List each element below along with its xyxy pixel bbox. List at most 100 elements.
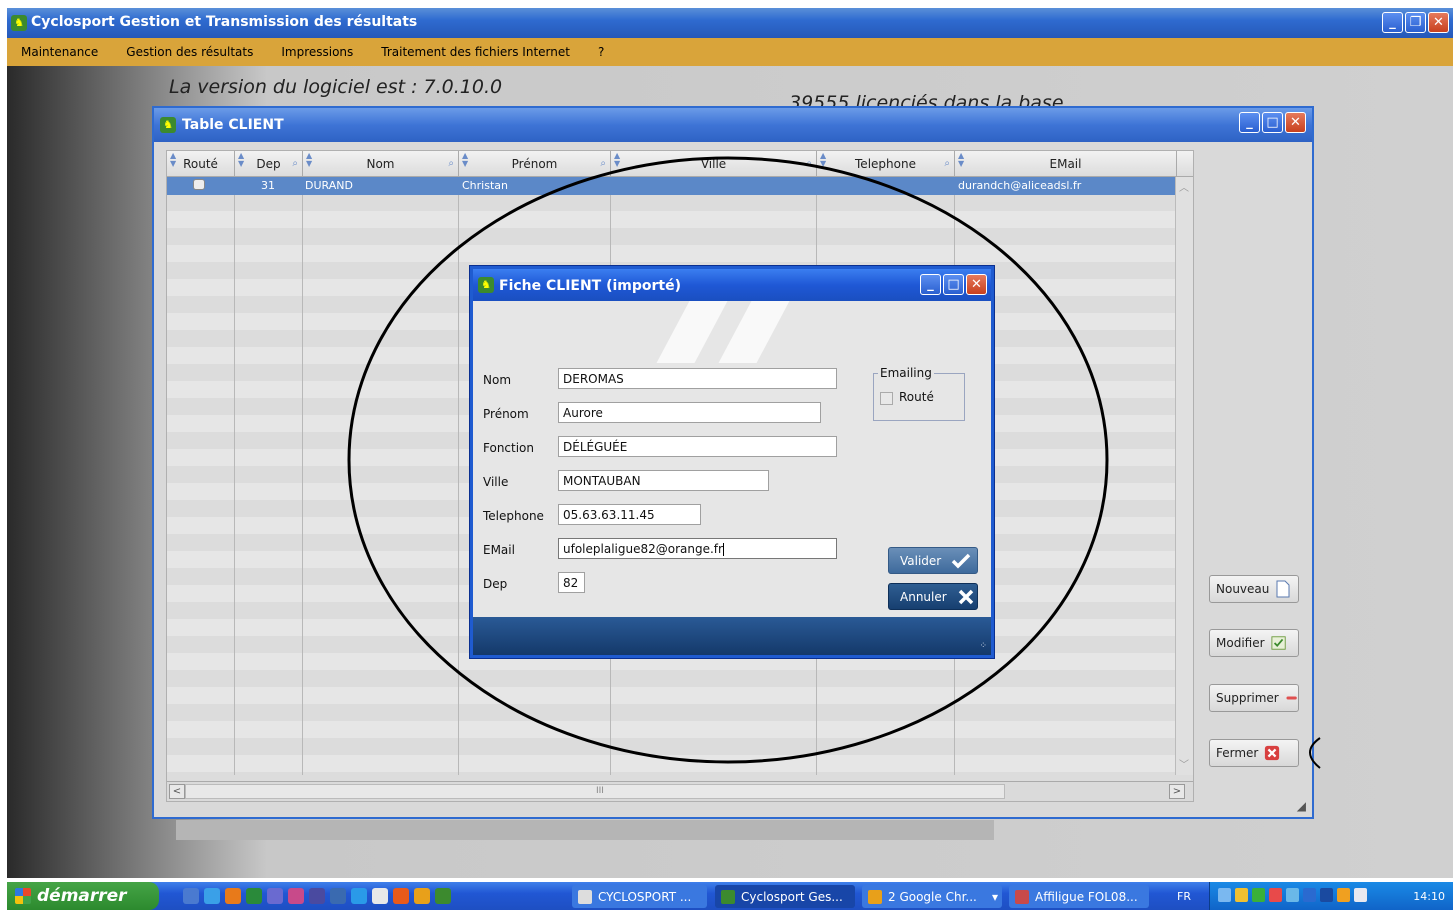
table-row[interactable] [167, 245, 1193, 262]
maximize-button[interactable]: □ [943, 274, 964, 295]
resize-grip-icon[interactable]: ◢ [1297, 799, 1306, 813]
telephone-label: Telephone [483, 509, 544, 523]
filter-icon[interactable]: ⌕ [448, 151, 454, 177]
close-button[interactable]: ✕ [966, 274, 987, 295]
nom-field[interactable]: DEROMAS [558, 368, 837, 389]
app-icon[interactable] [288, 888, 304, 904]
display-icon[interactable] [1303, 888, 1316, 902]
filter-icon[interactable]: ⌕ [806, 151, 812, 177]
menu-gestion-resultats[interactable]: Gestion des résultats [112, 45, 267, 59]
vertical-scrollbar[interactable]: ︿ ﹀ [1175, 177, 1193, 775]
table-row-selected[interactable]: 31 DURAND Christan durandch@aliceadsl.fr [167, 177, 1175, 195]
route-checkbox[interactable] [193, 179, 205, 190]
windows-flag-icon [15, 888, 31, 904]
start-button[interactable]: démarrer [7, 882, 159, 910]
table-window-controls: _ □ ✕ [1239, 112, 1306, 133]
menu-impressions[interactable]: Impressions [267, 45, 367, 59]
scroll-right-icon[interactable]: > [1169, 784, 1185, 799]
maximize-button[interactable]: □ [1262, 112, 1283, 133]
fonction-field[interactable]: DÉLÉGUÉE [558, 436, 837, 457]
close-button[interactable]: ✕ [1285, 112, 1306, 133]
task-affiligue[interactable]: Affiligue FOL08... [1009, 885, 1149, 908]
supprimer-button[interactable]: Supprimer [1209, 684, 1299, 712]
close-button[interactable]: ✕ [1428, 12, 1449, 33]
minimize-button[interactable]: _ [1239, 112, 1260, 133]
app-title: Cyclosport Gestion et Transmission des r… [31, 14, 418, 30]
system-tray: 14:10 [1209, 882, 1453, 910]
scroll-left-icon[interactable]: < [169, 784, 185, 799]
ie-icon[interactable] [183, 888, 199, 904]
chrome-icon[interactable] [414, 888, 430, 904]
filter-icon[interactable]: ⌕ [600, 151, 606, 177]
network-icon[interactable] [1286, 888, 1299, 902]
language-indicator[interactable]: FR [1177, 890, 1191, 903]
bluetooth-icon[interactable] [1320, 888, 1333, 902]
word-icon[interactable] [309, 888, 325, 904]
menu-traitement-fichiers[interactable]: Traitement des fichiers Internet [367, 45, 584, 59]
ville-field[interactable]: MONTAUBAN [558, 470, 769, 491]
telephone-field[interactable]: 05.63.63.11.45 [558, 504, 701, 525]
fermer-button[interactable]: Fermer [1209, 739, 1299, 767]
column-header-ville[interactable]: ▲ ▼ Ville ⌕ [611, 151, 817, 177]
wifi-icon[interactable] [1354, 888, 1367, 902]
dialog-titlebar[interactable]: ♞ Fiche CLIENT (importé) _ □ ✕ [473, 269, 991, 301]
annuler-button[interactable]: Annuler [888, 583, 978, 610]
security-icon[interactable] [1252, 888, 1265, 902]
route-checkbox[interactable] [880, 392, 893, 405]
minimize-button[interactable]: _ [920, 274, 941, 295]
modifier-button[interactable]: Modifier [1209, 629, 1299, 657]
power-icon[interactable] [1337, 888, 1350, 902]
shield-icon[interactable] [1235, 888, 1248, 902]
dep-field[interactable]: 82 [558, 572, 585, 593]
vlc-icon[interactable] [393, 888, 409, 904]
table-window-titlebar[interactable]: ♞ Table CLIENT _ □ ✕ [154, 108, 1312, 142]
menu-help[interactable]: ? [584, 45, 618, 59]
scrollbar-thumb[interactable]: III [185, 784, 1005, 799]
cyclist-app-icon: ♞ [478, 277, 494, 293]
close-x-icon [1265, 745, 1280, 761]
app-titlebar[interactable]: ♞ Cyclosport Gestion et Transmission des… [7, 8, 1453, 38]
browser-icon[interactable] [204, 888, 220, 904]
valider-button[interactable]: Valider [888, 547, 978, 574]
ie-icon[interactable] [351, 888, 367, 904]
task-google-chrome[interactable]: 2 Google Chr... ▾ [862, 885, 1002, 908]
table-row[interactable] [167, 704, 1193, 721]
sort-icon: ▲ ▼ [306, 151, 313, 168]
chrome-icon[interactable] [372, 888, 388, 904]
table-row[interactable] [167, 687, 1193, 704]
table-row[interactable] [167, 755, 1193, 772]
column-header-dep[interactable]: ▲ ▼ Dep ⌕ [235, 151, 303, 177]
column-header-route[interactable]: ▲ ▼ Routé [167, 151, 235, 177]
column-header-prenom[interactable]: ▲ ▼ Prénom ⌕ [459, 151, 611, 177]
table-row[interactable] [167, 228, 1193, 245]
scroll-down-icon[interactable]: ﹀ [1179, 756, 1189, 771]
resize-grip-icon[interactable]: ⁘ [979, 641, 987, 651]
app-icon[interactable] [246, 888, 262, 904]
email-field[interactable]: ufoleplaligue82@orange.fr [558, 538, 837, 559]
table-row[interactable] [167, 194, 1193, 211]
nouveau-button[interactable]: Nouveau [1209, 575, 1299, 603]
firefox-icon[interactable] [225, 888, 241, 904]
task-cyclosport-doc[interactable]: CYCLOSPORT ... [572, 885, 707, 908]
column-header-telephone[interactable]: ▲ ▼ Telephone ⌕ [817, 151, 955, 177]
restore-button[interactable]: ❐ [1405, 12, 1426, 33]
app-icon[interactable] [267, 888, 283, 904]
scroll-up-icon[interactable]: ︿ [1179, 179, 1189, 194]
filter-icon[interactable]: ⌕ [292, 151, 298, 177]
app-tray-icon[interactable] [1269, 888, 1282, 902]
horizontal-scrollbar[interactable]: < III > [167, 781, 1193, 801]
column-header-email[interactable]: ▲ ▼ EMail [955, 151, 1177, 177]
prenom-field[interactable]: Aurore [558, 402, 821, 423]
column-header-nom[interactable]: ▲ ▼ Nom ⌕ [303, 151, 459, 177]
task-cyclosport-app[interactable]: Cyclosport Ges... [715, 885, 855, 908]
table-row[interactable] [167, 738, 1193, 755]
filter-icon[interactable]: ⌕ [944, 151, 950, 177]
minimize-button[interactable]: _ [1382, 12, 1403, 33]
table-row[interactable] [167, 211, 1193, 228]
cyclist-app-icon[interactable] [435, 888, 451, 904]
hp-icon[interactable] [330, 888, 346, 904]
menu-maintenance[interactable]: Maintenance [7, 45, 112, 59]
network-icon[interactable] [1218, 888, 1231, 902]
table-row[interactable] [167, 670, 1193, 687]
table-row[interactable] [167, 721, 1193, 738]
